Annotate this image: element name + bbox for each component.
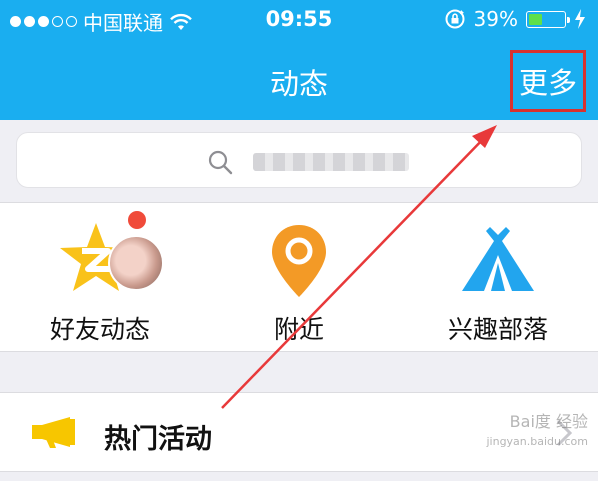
location-pin-icon (272, 225, 326, 297)
status-right: 39% (444, 7, 586, 31)
page-title: 动态 (269, 67, 328, 101)
search-icon (208, 150, 233, 175)
search-input[interactable] (16, 132, 582, 188)
shortcut-nearby[interactable]: 附近 (199, 203, 399, 353)
battery-level (529, 13, 542, 25)
more-button[interactable]: 更多 (510, 50, 586, 112)
watermark-url: jingyan.baidu.com (486, 435, 588, 448)
status-bar: 中国联通 09:55 39% (0, 0, 598, 40)
section-gap (0, 352, 598, 392)
search-area (0, 120, 598, 202)
watermark: Bai度 经验 jingyan.baidu.com (486, 412, 588, 452)
search-placeholder-blurred (253, 153, 409, 171)
shortcut-grid: 好友动态 附近 兴趣部落 (0, 202, 598, 352)
megaphone-icon (32, 417, 75, 448)
battery-icon (526, 10, 570, 28)
more-button-label: 更多 (518, 66, 577, 100)
shortcut-interest-tribe[interactable]: 兴趣部落 (398, 203, 598, 353)
shortcut-label: 附近 (273, 315, 324, 344)
shortcut-friend-feed[interactable]: 好友动态 (0, 203, 200, 353)
list-item-label: 热门活动 (104, 424, 212, 455)
shortcut-label: 兴趣部落 (447, 315, 548, 344)
watermark-title: Bai度 经验 (509, 412, 588, 431)
charging-bolt-icon (575, 9, 585, 29)
avatar (108, 235, 164, 291)
shortcut-label: 好友动态 (49, 315, 150, 344)
battery-percent: 39% (473, 7, 518, 31)
notification-badge (128, 211, 146, 229)
tent-icon (462, 227, 534, 291)
nav-bar: 动态 更多 (0, 40, 598, 120)
orientation-lock-icon (445, 9, 465, 29)
